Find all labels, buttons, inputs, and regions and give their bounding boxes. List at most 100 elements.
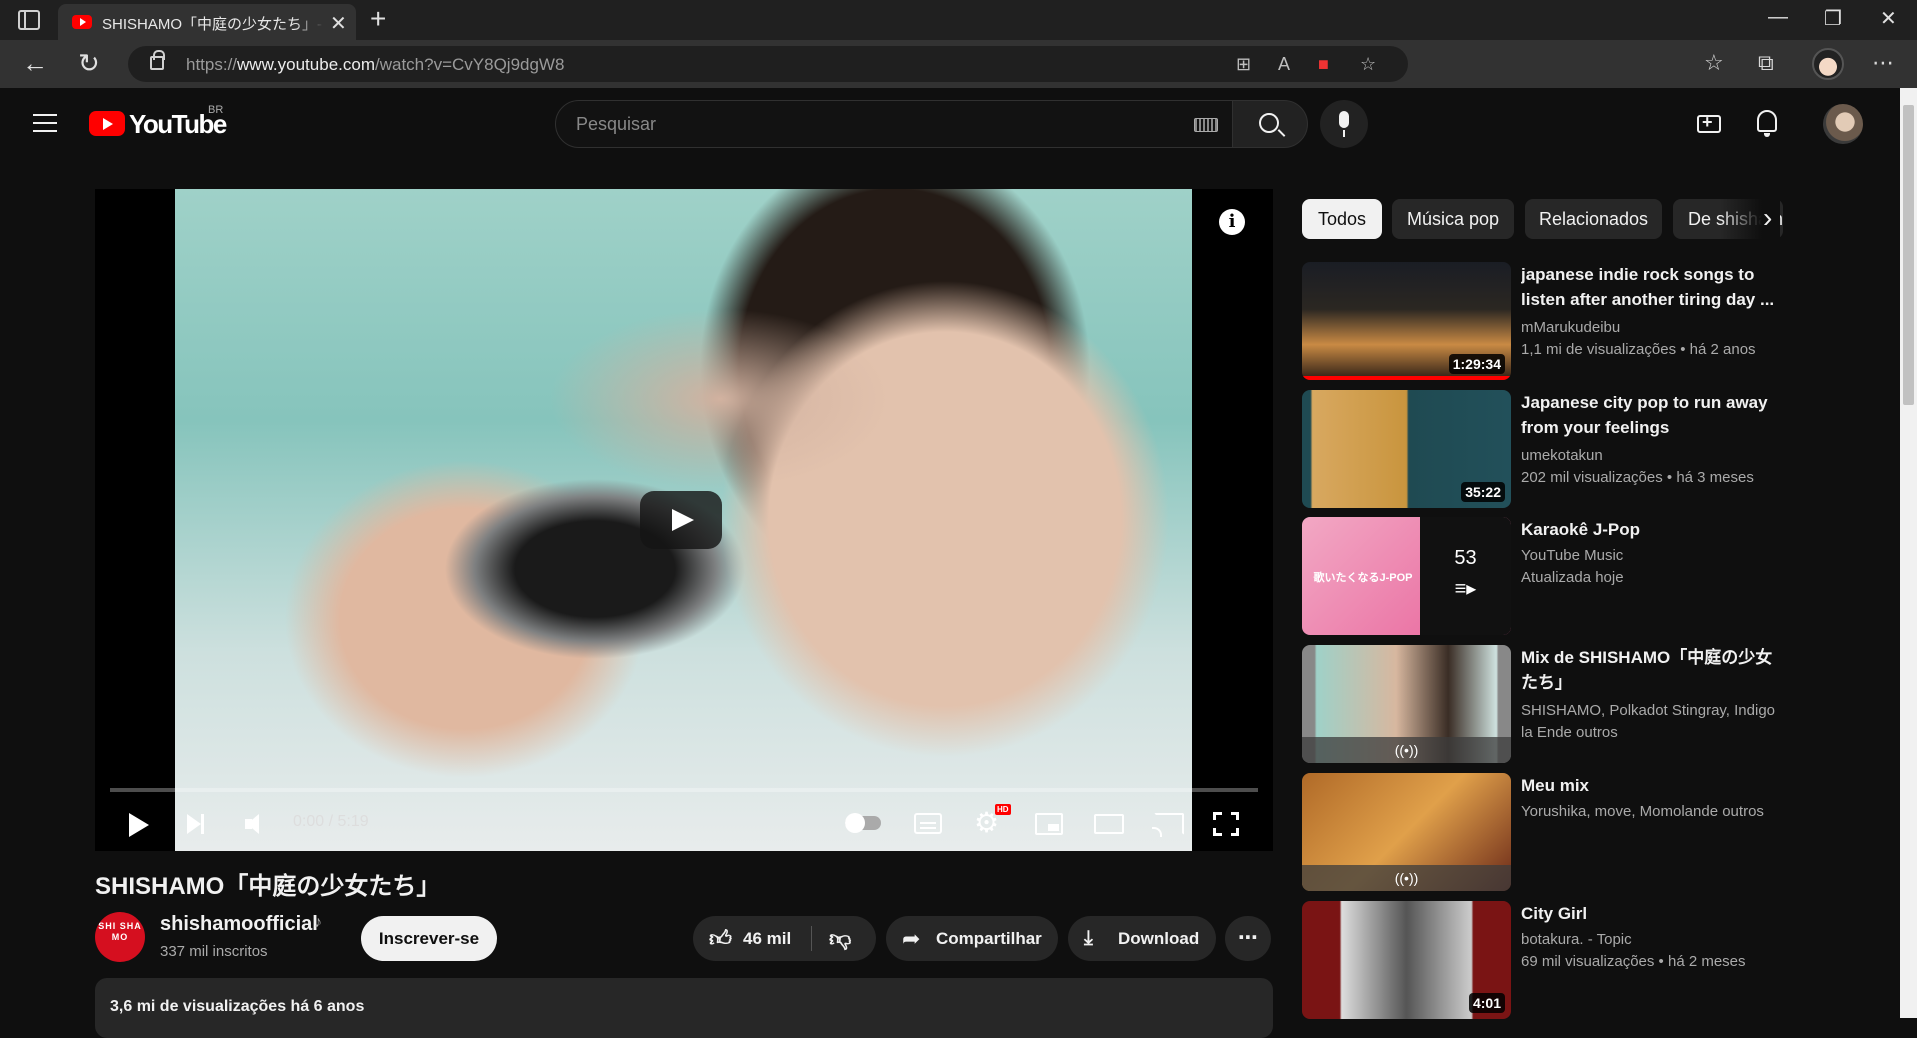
back-icon[interactable]: ← [22, 48, 48, 79]
voice-search-button[interactable] [1320, 100, 1368, 148]
channel-name[interactable]: shishamoofficial [160, 913, 318, 936]
rec-channel[interactable]: Yorushika, move, Momolande outros [1521, 801, 1764, 823]
playlist-count: 53 [1454, 547, 1477, 569]
rec-title[interactable]: Meu mix [1521, 773, 1781, 798]
rec-item[interactable]: 歌いたくなるJ-POP 53 ≡▸ Karaokê J-Pop YouTube … [1302, 517, 1782, 635]
large-play-button[interactable] [640, 491, 722, 549]
rec-thumbnail[interactable]: 歌いたくなるJ-POP 53 ≡▸ [1302, 517, 1511, 635]
download-label: Download [1118, 929, 1200, 948]
rec-thumbnail[interactable]: 35:22 [1302, 390, 1511, 508]
fullscreen-icon[interactable] [1212, 811, 1240, 837]
browser-menu-icon[interactable]: ⋯ [1872, 50, 1894, 76]
subtitles-icon[interactable] [914, 813, 942, 834]
notifications-bell-icon[interactable] [1757, 110, 1777, 137]
rec-channel[interactable]: botakura. - Topic [1521, 929, 1632, 951]
favorites-icon[interactable]: ☆ [1704, 50, 1724, 76]
more-actions-icon[interactable]: ⋯ [1225, 916, 1271, 961]
dislike-icon[interactable]: 👎︎ [829, 928, 851, 950]
rec-item[interactable]: 4:01 City Girl botakura. - Topic 69 mil … [1302, 901, 1782, 1019]
cast-icon[interactable] [1152, 813, 1184, 837]
play-icon[interactable] [129, 813, 149, 837]
views-and-date: 3,6 mi de visualizações há 6 anos [110, 998, 365, 1015]
tab-actions-icon[interactable] [18, 10, 40, 30]
rec-title[interactable]: Japanese city pop to run away from your … [1521, 390, 1781, 440]
chip-todos[interactable]: Todos [1302, 199, 1382, 239]
extension-icon[interactable]: ■ [1318, 54, 1329, 75]
next-icon[interactable] [187, 814, 204, 834]
search-placeholder: Pesquisar [576, 114, 657, 134]
progress-bar[interactable] [110, 788, 1258, 792]
share-button[interactable]: ➦ Compartilhar [886, 916, 1058, 961]
info-icon[interactable]: i [1219, 209, 1245, 235]
volume-icon[interactable] [245, 811, 275, 837]
rec-item[interactable]: ((•)) Mix de SHISHAMO「中庭の少女たち」 SHISHAMO,… [1302, 645, 1782, 763]
account-avatar[interactable] [1823, 104, 1863, 144]
description-box[interactable]: 3,6 mi de visualizações há 6 anos [95, 978, 1273, 1038]
read-aloud-icon[interactable]: A [1278, 54, 1290, 75]
channel-avatar[interactable]: SHI SHA MO [95, 912, 145, 962]
restore-icon[interactable]: ❐ [1824, 6, 1842, 31]
keyboard-icon[interactable] [1194, 118, 1218, 132]
mix-radio-icon: ((•)) [1302, 737, 1511, 763]
rec-channel[interactable]: mMarukudeibu [1521, 317, 1620, 339]
video-title: SHISHAMO「中庭の少女たち」 [95, 873, 441, 900]
rec-title[interactable]: City Girl [1521, 901, 1781, 926]
rec-item[interactable]: ((•)) Meu mix Yorushika, move, Momolande… [1302, 773, 1782, 891]
youtube-logo-icon[interactable] [89, 111, 125, 136]
scrollbar-thumb[interactable] [1903, 105, 1914, 405]
app-available-icon[interactable]: ⊞ [1236, 54, 1251, 75]
url-field[interactable]: https://www.youtube.com/watch?v=CvY8Qj9d… [128, 46, 1408, 82]
miniplayer-icon[interactable] [1035, 813, 1063, 835]
search-input[interactable]: Pesquisar [555, 100, 1233, 148]
collections-icon[interactable]: ⧉ [1758, 50, 1774, 76]
add-favorite-icon[interactable]: ☆ [1360, 54, 1376, 75]
new-tab-icon[interactable]: + [370, 3, 386, 35]
official-artist-icon: ♪ [314, 914, 322, 931]
youtube-favicon-icon [72, 15, 92, 29]
download-button[interactable]: ⤓ Download [1068, 916, 1216, 961]
playlist-count-overlay: 53 ≡▸ [1420, 517, 1511, 635]
mix-radio-icon: ((•)) [1302, 865, 1511, 891]
tab-close-icon[interactable]: ✕ [330, 11, 347, 36]
subscribe-button[interactable]: Inscrever-se [361, 916, 497, 961]
chevron-right-icon[interactable]: › [1763, 204, 1772, 232]
country-code: BR [208, 104, 224, 116]
like-count[interactable]: 46 mil [743, 916, 791, 961]
rec-channel[interactable]: SHISHAMO, Polkadot Stingray, Indigo la E… [1521, 700, 1781, 744]
rec-item[interactable]: 1:29:34 japanese indie rock songs to lis… [1302, 262, 1782, 380]
window-close-icon[interactable]: ✕ [1880, 6, 1897, 31]
video-player[interactable]: i 0:00 / 5:19 ⚙ HD [95, 189, 1273, 851]
rec-channel[interactable]: umekotakun [1521, 445, 1603, 467]
rec-title[interactable]: Mix de SHISHAMO「中庭の少女たち」 [1521, 645, 1781, 695]
rec-thumbnail[interactable]: ((•)) [1302, 645, 1511, 763]
chip-relacionados[interactable]: Relacionados [1525, 199, 1662, 239]
duration-badge: 35:22 [1461, 482, 1505, 502]
rec-stats: 202 mil visualizações • há 3 meses [1521, 469, 1754, 486]
rec-item[interactable]: 35:22 Japanese city pop to run away from… [1302, 390, 1782, 508]
autoplay-toggle[interactable] [845, 813, 881, 833]
chip-musica-pop[interactable]: Música pop [1392, 199, 1514, 239]
share-label: Compartilhar [936, 929, 1042, 948]
rec-title[interactable]: japanese indie rock songs to listen afte… [1521, 262, 1781, 312]
rec-stats: Atualizada hoje [1521, 569, 1624, 586]
rec-thumbnail[interactable]: ((•)) [1302, 773, 1511, 891]
browser-profile-avatar[interactable] [1812, 48, 1844, 80]
hamburger-menu-icon[interactable] [33, 114, 57, 132]
hd-badge: HD [995, 804, 1011, 815]
browser-tab-active[interactable]: SHISHAMO「中庭の少女たち」- YouTube ✕ [58, 4, 356, 40]
refresh-icon[interactable]: ↻ [78, 48, 100, 79]
share-icon: ➦ [902, 926, 921, 951]
rec-title[interactable]: Karaokê J-Pop [1521, 517, 1781, 542]
rec-thumbnail[interactable]: 4:01 [1302, 901, 1511, 1019]
like-dislike-group: 👍︎ 46 mil 👎︎ [693, 916, 876, 961]
rec-thumbnail[interactable]: 1:29:34 [1302, 262, 1511, 380]
like-icon[interactable]: 👍︎ [709, 928, 732, 950]
rec-channel[interactable]: YouTube Music [1521, 545, 1623, 567]
minimize-icon[interactable]: — [1768, 6, 1788, 29]
search-button[interactable] [1232, 100, 1308, 148]
create-video-icon[interactable] [1697, 112, 1721, 133]
browser-address-bar: ← ↻ https://www.youtube.com/watch?v=CvY8… [0, 40, 1917, 88]
theater-mode-icon[interactable] [1094, 814, 1124, 834]
lock-icon[interactable] [150, 50, 165, 70]
tab-title: SHISHAMO「中庭の少女たち」- YouTube [102, 13, 324, 34]
